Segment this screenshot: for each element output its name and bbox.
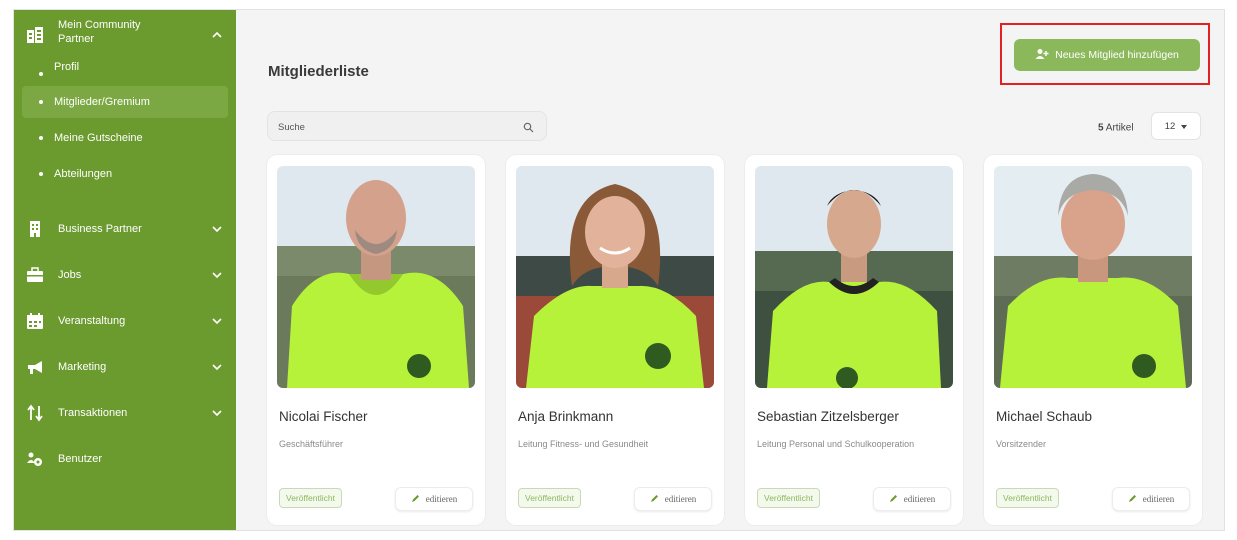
member-name: Michael Schaub — [996, 409, 1093, 424]
briefcase-icon — [26, 266, 44, 284]
member-name: Nicolai Fischer — [279, 409, 368, 424]
sidebar-item-mitglieder[interactable]: Mitglieder/Gremium — [22, 86, 228, 118]
users-gear-icon — [26, 450, 44, 468]
member-role: Leitung Fitness- und Gesundheit — [518, 439, 649, 449]
main-content: Mitgliederliste Neues Mitglied hinzufüge… — [236, 10, 1224, 530]
sidebar-item-business-partner[interactable]: Business Partner — [14, 206, 236, 252]
megaphone-icon — [26, 358, 44, 376]
calendar-icon — [26, 312, 44, 330]
sidebar-subnav: Profil Mitglieder/Gremium Meine Gutschei… — [14, 56, 236, 192]
member-name: Anja Brinkmann — [518, 409, 614, 424]
add-member-label: Neues Mitglied hinzufügen — [1055, 49, 1179, 61]
edit-button[interactable]: editieren — [634, 487, 712, 511]
item-count-label: Artikel — [1105, 122, 1134, 134]
edit-button[interactable]: editieren — [1112, 487, 1190, 511]
sidebar-item-label: Marketing — [58, 361, 107, 373]
sidebar-group-community: Mein Community Partner Profil Mitglieder… — [14, 10, 236, 192]
member-card: Michael Schaub Vorsitzender Veröffentlic… — [984, 155, 1202, 525]
chevron-down-icon — [212, 364, 222, 370]
chevron-up-icon — [212, 32, 222, 38]
item-count-value: 5 — [1098, 122, 1104, 134]
member-name: Sebastian Zitzelsberger — [757, 409, 899, 424]
sidebar-group-label: Mein Community Partner — [58, 19, 141, 45]
edit-label: editieren — [664, 494, 697, 504]
member-card: Sebastian Zitzelsberger Leitung Personal… — [745, 155, 963, 525]
sidebar-item-gutscheine[interactable]: Meine Gutscheine — [14, 120, 236, 156]
pencil-icon — [889, 494, 898, 505]
sidebar-item-label: Transaktionen — [58, 407, 128, 419]
member-card: Nicolai Fischer Geschäftsführer Veröffen… — [267, 155, 485, 525]
status-badge: Veröffentlicht — [279, 488, 342, 508]
sidebar-item-jobs[interactable]: Jobs — [14, 252, 236, 298]
sidebar-divider — [14, 192, 236, 206]
member-role: Vorsitzender — [996, 439, 1047, 449]
app-frame: Mein Community Partner Profil Mitglieder… — [13, 9, 1225, 531]
chevron-down-icon — [212, 272, 222, 278]
sidebar-item-label: Jobs — [58, 269, 82, 281]
edit-label: editieren — [425, 494, 458, 504]
add-member-button[interactable]: Neues Mitglied hinzufügen — [1014, 39, 1200, 71]
edit-label: editieren — [1142, 494, 1175, 504]
item-count: 5 Artikel — [1098, 123, 1134, 134]
edit-button[interactable]: editieren — [873, 487, 951, 511]
chevron-down-icon — [212, 410, 222, 416]
edit-button[interactable]: editieren — [395, 487, 473, 511]
arrows-up-down-icon — [26, 404, 44, 422]
search-box — [267, 111, 547, 141]
member-photo — [994, 166, 1192, 388]
pencil-icon — [411, 494, 420, 505]
member-role: Geschäftsführer — [279, 439, 344, 449]
per-page-select[interactable]: 12 — [1151, 112, 1201, 140]
member-photo — [277, 166, 475, 388]
member-photo — [516, 166, 714, 388]
chevron-down-icon — [212, 318, 222, 324]
sidebar-item-benutzer[interactable]: Benutzer — [14, 436, 236, 482]
status-badge: Veröffentlicht — [757, 488, 820, 508]
highlight-box: Neues Mitglied hinzufügen — [1000, 23, 1210, 85]
edit-label: editieren — [903, 494, 936, 504]
sidebar-item-transaktionen[interactable]: Transaktionen — [14, 390, 236, 436]
status-badge: Veröffentlicht — [518, 488, 581, 508]
member-role: Leitung Personal und Schulkooperation — [757, 439, 915, 449]
chevron-down-icon — [212, 226, 222, 232]
search-input[interactable] — [278, 119, 508, 135]
building-icon — [26, 220, 44, 238]
member-card: Anja Brinkmann Leitung Fitness- und Gesu… — [506, 155, 724, 525]
sidebar-item-profil[interactable]: Profil — [14, 56, 236, 78]
per-page-value: 12 — [1164, 120, 1176, 132]
caret-down-icon — [1181, 121, 1188, 132]
sidebar-item-label: Veranstaltung — [58, 315, 126, 327]
sidebar-item-label: Business Partner — [58, 223, 142, 235]
member-photo — [755, 166, 953, 388]
add-user-icon — [1035, 48, 1049, 63]
sidebar-item-label: Benutzer — [58, 453, 103, 465]
pencil-icon — [650, 494, 659, 505]
sidebar-item-veranstaltung[interactable]: Veranstaltung — [14, 298, 236, 344]
sidebar-item-abteilungen[interactable]: Abteilungen — [14, 156, 236, 192]
member-list: Nicolai Fischer Geschäftsführer Veröffen… — [267, 155, 1202, 525]
sidebar: Mein Community Partner Profil Mitglieder… — [14, 10, 236, 530]
pencil-icon — [1128, 494, 1137, 505]
sidebar-item-marketing[interactable]: Marketing — [14, 344, 236, 390]
buildings-icon — [26, 26, 44, 44]
status-badge: Veröffentlicht — [996, 488, 1059, 508]
search-icon[interactable] — [523, 120, 534, 138]
page-title: Mitgliederliste — [268, 63, 369, 80]
